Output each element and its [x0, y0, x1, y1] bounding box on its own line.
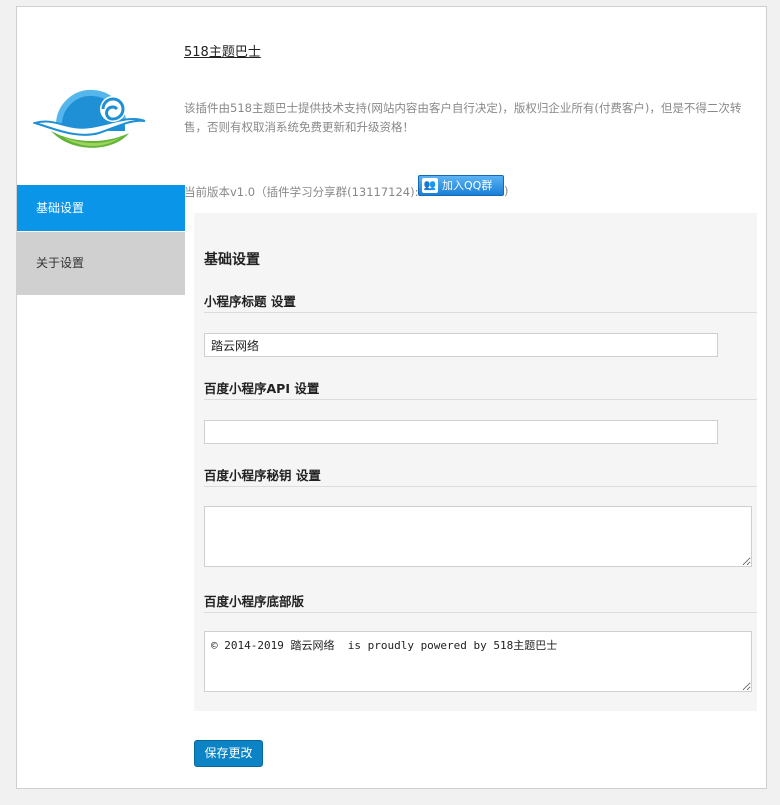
baidu-secret-key-label: 百度小程序秘钥 设置: [204, 468, 321, 483]
join-qq-group-button[interactable]: 👥 加入QQ群: [418, 175, 504, 196]
mini-program-title-label: 小程序标题 设置: [204, 294, 296, 309]
sidebar-item-basic-settings[interactable]: 基础设置: [17, 185, 185, 231]
baidu-api-input[interactable]: [204, 420, 718, 444]
save-changes-button[interactable]: 保存更改: [194, 740, 263, 767]
plugin-author-link[interactable]: 518主题巴士: [184, 41, 261, 60]
divider: [204, 399, 757, 400]
settings-frame: 基础设置 关于设置 518主题巴士 该插件由518主题巴士提供技术支持(网站内容…: [16, 6, 767, 789]
sidebar-item-about-settings[interactable]: 关于设置: [17, 232, 185, 295]
settings-panel: 基础设置 小程序标题 设置 百度小程序API 设置 百度小程序秘钥 设置 百度小…: [194, 213, 757, 711]
baidu-footer-label: 百度小程序底部版: [204, 594, 305, 609]
copyright-notice: 该插件由518主题巴士提供技术支持(网站内容由客户自行决定)，版权归企业所有(付…: [184, 101, 742, 134]
divider: [204, 312, 757, 313]
baidu-secret-key-textarea[interactable]: [204, 506, 752, 567]
version-info: 当前版本v1.0（插件学习分享群(13117124):: [184, 185, 419, 199]
version-info-tail: ): [504, 184, 509, 198]
divider: [204, 486, 757, 487]
divider: [204, 612, 757, 613]
mini-program-title-input[interactable]: [204, 333, 718, 357]
baidu-footer-textarea[interactable]: © 2014-2019 踏云网络 is proudly powered by 5…: [204, 631, 752, 692]
qq-group-icon: 👥: [422, 178, 438, 193]
cloud-logo-icon: [33, 89, 146, 148]
panel-title: 基础设置: [204, 252, 260, 268]
sidebar: 基础设置 关于设置: [17, 7, 185, 788]
baidu-api-label: 百度小程序API 设置: [204, 381, 320, 396]
join-qq-group-label: 加入QQ群: [442, 179, 493, 192]
